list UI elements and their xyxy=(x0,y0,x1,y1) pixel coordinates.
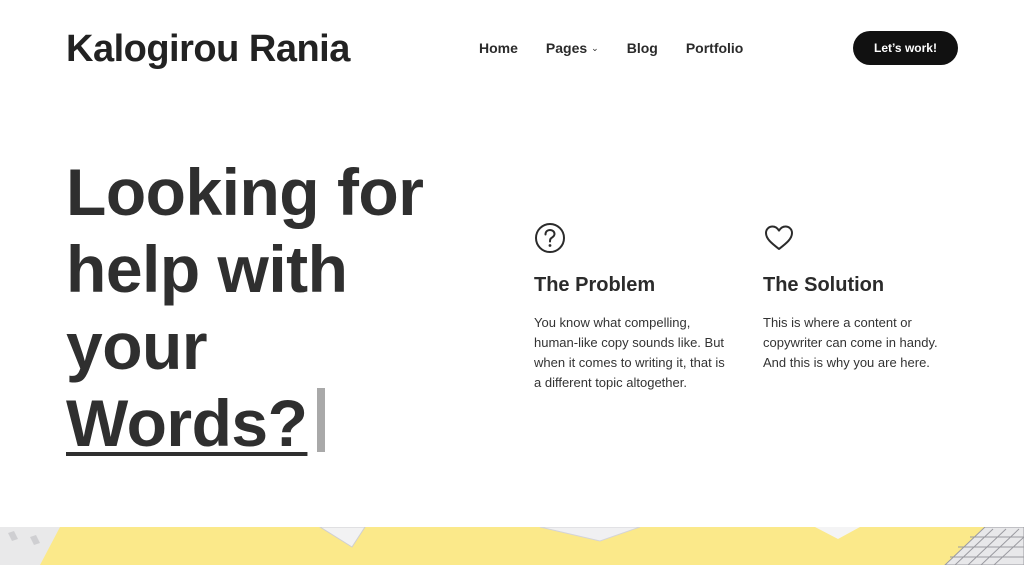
card-title: The Problem xyxy=(534,274,656,296)
hero-typed-word: Words? xyxy=(66,386,308,460)
site-title[interactable]: Kalogirou Rania xyxy=(66,28,350,71)
hero-typed-line: Words? xyxy=(66,385,423,462)
nav-item-blog[interactable]: Blog xyxy=(627,40,658,56)
lets-work-button[interactable]: Let’s work! xyxy=(853,31,958,65)
nav-item-label: Portfolio xyxy=(685,40,744,56)
card-text: You know what compelling, human-like cop… xyxy=(534,315,725,390)
nav-item-label: Pages xyxy=(545,40,588,56)
heart-icon xyxy=(765,225,793,250)
hero-heading: Looking for help with your Words? xyxy=(66,154,424,462)
problem-card: The Problem You know what compelling, hu… xyxy=(534,222,744,390)
main-nav: Home Pages ⌄ Blog Portfolio xyxy=(479,40,743,56)
hero-line: help with xyxy=(66,232,348,306)
nav-item-label: Blog xyxy=(626,40,658,56)
hero-line: Looking for xyxy=(66,155,424,229)
banner-illustration xyxy=(0,527,1024,565)
nav-item-home[interactable]: Home xyxy=(479,40,518,56)
nav-item-portfolio[interactable]: Portfolio xyxy=(686,40,744,56)
question-circle-icon xyxy=(535,223,565,253)
typing-cursor xyxy=(317,388,326,452)
nav-item-pages[interactable]: Pages ⌄ xyxy=(546,40,599,56)
hero-line: your xyxy=(66,309,208,383)
solution-card: The Solution This is where a content or … xyxy=(763,222,973,370)
chevron-down-icon: ⌄ xyxy=(591,42,599,53)
card-title: The Solution xyxy=(763,274,885,296)
decorative-banner xyxy=(0,527,1024,565)
card-text: This is where a content or copywriter ca… xyxy=(763,315,938,370)
nav-item-label: Home xyxy=(479,40,518,56)
